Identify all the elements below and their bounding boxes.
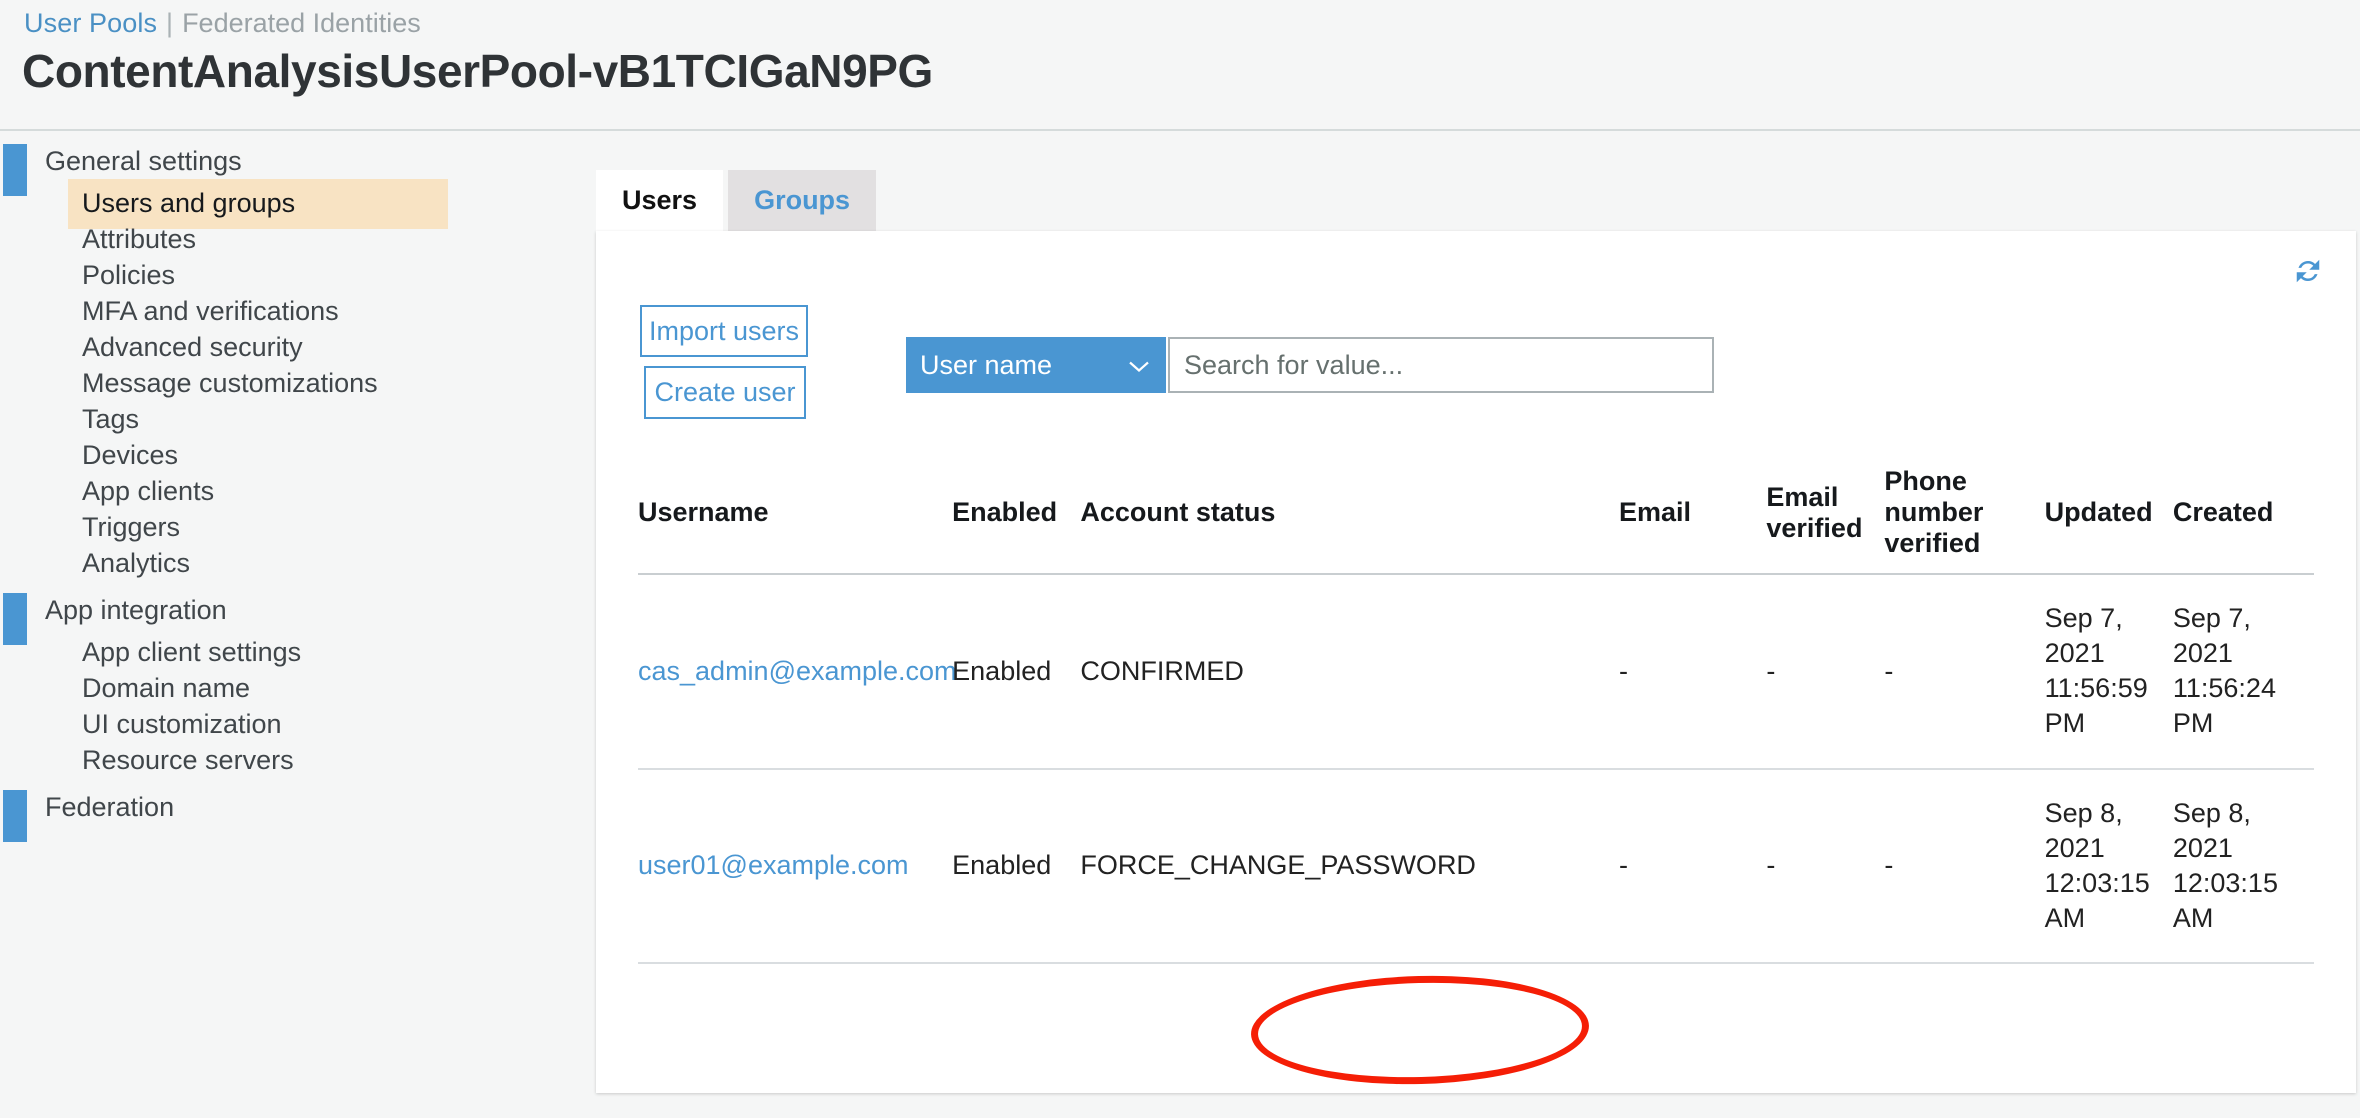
- chevron-down-icon: [1128, 350, 1150, 381]
- column-header-account-status[interactable]: Account status: [1080, 460, 1619, 574]
- annotation-ellipse: [1250, 972, 1591, 1089]
- breadcrumb-separator: |: [166, 8, 173, 39]
- column-header-updated[interactable]: Updated: [2045, 460, 2173, 574]
- filter-attribute-select[interactable]: User name: [906, 337, 1166, 393]
- sidebar-group-label: Federation: [45, 792, 174, 823]
- table-header-row: Username Enabled Account status Email Em…: [638, 460, 2314, 574]
- cell-enabled: Enabled: [952, 574, 1080, 768]
- search-field-wrapper[interactable]: [1168, 337, 1714, 393]
- column-header-username[interactable]: Username: [638, 460, 952, 574]
- cell-phone-number-verified: -: [1884, 574, 2044, 768]
- users-table-head: Username Enabled Account status Email Em…: [638, 460, 2314, 574]
- users-table-body: cas_admin@example.comEnabledCONFIRMED---…: [638, 574, 2314, 963]
- cell-email: -: [1619, 769, 1766, 963]
- cell-email-verified: -: [1766, 769, 1884, 963]
- table-row: cas_admin@example.comEnabledCONFIRMED---…: [638, 574, 2314, 768]
- cell-phone-number-verified: -: [1884, 769, 2044, 963]
- users-panel: Import users Create user User name Usern…: [596, 231, 2356, 1093]
- sidebar-group-label: App integration: [45, 595, 227, 626]
- breadcrumb-user-pools-link[interactable]: User Pools: [24, 8, 157, 39]
- main-content: UsersGroups Import users Create user Use…: [596, 133, 2360, 1118]
- cell-account-status: FORCE_CHANGE_PASSWORD: [1080, 769, 1619, 963]
- sidebar-group-label: General settings: [45, 146, 242, 177]
- sidebar-group-federation[interactable]: Federation: [0, 779, 595, 832]
- cell-created: Sep 7, 2021 11:56:24 PM: [2173, 574, 2314, 768]
- cell-username[interactable]: cas_admin@example.com: [638, 574, 952, 768]
- username-link[interactable]: cas_admin@example.com: [638, 656, 957, 686]
- tab-groups[interactable]: Groups: [728, 170, 876, 231]
- sidebar-item-analytics[interactable]: Analytics: [0, 546, 595, 582]
- users-table: Username Enabled Account status Email Em…: [638, 460, 2314, 964]
- tab-bar: UsersGroups: [596, 170, 876, 231]
- cell-username[interactable]: user01@example.com: [638, 769, 952, 963]
- tab-users[interactable]: Users: [596, 170, 723, 231]
- page-header: User Pools | Federated Identities Conten…: [0, 0, 2360, 131]
- column-header-phone-number-verified[interactable]: Phone number verified: [1884, 460, 2044, 574]
- sidebar-group-marker: [3, 790, 27, 842]
- import-users-button[interactable]: Import users: [640, 305, 808, 357]
- breadcrumb-federated-identities-link[interactable]: Federated Identities: [182, 8, 421, 39]
- table-row: user01@example.com EnabledFORCE_CHANGE_PA…: [638, 769, 2314, 963]
- column-header-email-verified[interactable]: Email verified: [1766, 460, 1884, 574]
- column-header-email[interactable]: Email: [1619, 460, 1766, 574]
- sidebar-item-resource-servers[interactable]: Resource servers: [0, 743, 595, 779]
- cell-email-verified: -: [1766, 574, 1884, 768]
- search-input[interactable]: [1170, 339, 1712, 391]
- cell-enabled: Enabled: [952, 769, 1080, 963]
- cell-email: -: [1619, 574, 1766, 768]
- username-link[interactable]: user01@example.com: [638, 850, 909, 880]
- cell-updated: Sep 8, 2021 12:03:15 AM: [2045, 769, 2173, 963]
- breadcrumb: User Pools | Federated Identities: [24, 5, 421, 41]
- column-header-enabled[interactable]: Enabled: [952, 460, 1080, 574]
- cell-created: Sep 8, 2021 12:03:15 AM: [2173, 769, 2314, 963]
- cell-updated: Sep 7, 2021 11:56:59 PM: [2045, 574, 2173, 768]
- cell-account-status: CONFIRMED: [1080, 574, 1619, 768]
- filter-attribute-label: User name: [920, 350, 1052, 381]
- column-header-created[interactable]: Created: [2173, 460, 2314, 574]
- sidebar-navigation: General settingsUsers and groupsAttribut…: [0, 133, 595, 1118]
- refresh-icon: [2293, 256, 2323, 286]
- refresh-button[interactable]: [2288, 251, 2328, 291]
- create-user-button[interactable]: Create user: [644, 366, 806, 419]
- page-title: ContentAnalysisUserPool-vB1TCIGaN9PG: [22, 44, 933, 98]
